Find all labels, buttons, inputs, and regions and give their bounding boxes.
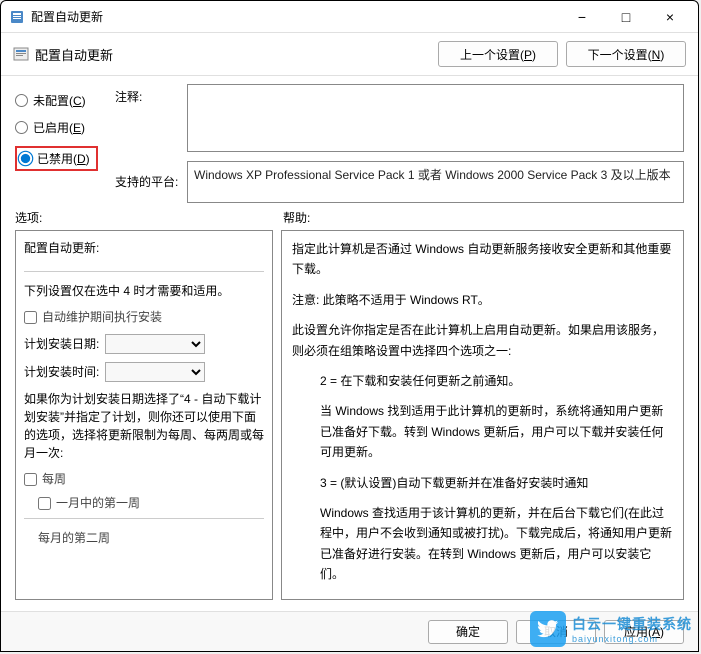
top-section: 未配置(C) 已启用(E) 已禁用(D) 注释: 支持的平台: — [1, 76, 698, 203]
options-panel[interactable]: 配置自动更新: 下列设置仅在选中 4 时才需要和适用。 自动维护期间执行安装 计… — [15, 230, 273, 600]
comment-textarea[interactable] — [187, 84, 684, 152]
options-note: 下列设置仅在选中 4 时才需要和适用。 — [24, 282, 264, 300]
more-row[interactable]: 每月的第二周 — [24, 529, 264, 547]
options-group-title: 配置自动更新: — [24, 239, 264, 257]
help-p3: 此设置允许你指定是否在此计算机上启用自动更新。如果启用该服务，则必须在组策略设置… — [292, 320, 673, 361]
minimize-button[interactable]: − — [562, 3, 602, 31]
help-label: 帮助: — [283, 209, 310, 226]
help-panel[interactable]: 指定此计算机是否通过 Windows 自动更新服务接收安全更新和其他重要下载。 … — [281, 230, 684, 600]
fields-col: Windows XP Professional Service Pack 1 或… — [187, 84, 684, 203]
help-p5: 当 Windows 找到适用于此计算机的更新时，系统将通知用户更新已准备好下载。… — [292, 401, 673, 462]
install-day-label: 计划安装日期: — [24, 335, 99, 353]
install-time-select[interactable] — [105, 362, 205, 382]
auto-maint-label: 自动维护期间执行安装 — [42, 308, 162, 326]
radio-not-configured[interactable]: 未配置(C) — [15, 92, 115, 109]
radio-disabled-input[interactable] — [18, 151, 34, 167]
install-day-row: 计划安装日期: — [24, 334, 264, 354]
columns: 配置自动更新: 下列设置仅在选中 4 时才需要和适用。 自动维护期间执行安装 计… — [1, 230, 698, 608]
prev-setting-button[interactable]: 上一个设置(P) — [438, 41, 558, 67]
help-p7: Windows 查找适用于该计算机的更新，并在后台下载它们(在此过程中，用户不会… — [292, 503, 673, 585]
options-divider — [24, 271, 264, 272]
help-p2: 注意: 此策略不适用于 Windows RT。 — [292, 290, 673, 310]
nav-buttons: 上一个设置(P) 下一个设置(N) — [438, 41, 686, 67]
app-icon — [9, 9, 25, 25]
toolbar: 配置自动更新 上一个设置(P) 下一个设置(N) — [1, 33, 698, 76]
section-labels: 选项: 帮助: — [1, 203, 698, 230]
field-labels: 注释: 支持的平台: — [115, 84, 187, 203]
body-area: 未配置(C) 已启用(E) 已禁用(D) 注释: 支持的平台: — [1, 76, 698, 608]
maximize-button[interactable]: □ — [606, 3, 646, 31]
radio-enabled[interactable]: 已启用(E) — [15, 119, 115, 136]
radio-enabled-input[interactable] — [15, 121, 28, 134]
auto-maint-checkbox[interactable] — [24, 311, 37, 324]
apply-button[interactable]: 应用(A) — [604, 620, 684, 644]
supported-label: 支持的平台: — [115, 173, 187, 190]
policy-title: 配置自动更新 — [35, 45, 438, 64]
help-p4: 2 = 在下载和安装任何更新之前通知。 — [292, 371, 673, 391]
more-row-label: 每月的第二周 — [38, 529, 110, 547]
install-time-label: 计划安装时间: — [24, 363, 99, 381]
install-day-select[interactable] — [105, 334, 205, 354]
options-paragraph: 如果你为计划安装日期选择了“4 - 自动下载计划安装”并指定了计划，则你还可以使… — [24, 390, 264, 462]
weekly-checkbox[interactable] — [24, 473, 37, 486]
close-button[interactable]: × — [650, 3, 690, 31]
dialog-window: 配置自动更新 − □ × 配置自动更新 上一个设置(P) 下一个设置(N) 未配… — [0, 0, 699, 652]
state-radios: 未配置(C) 已启用(E) 已禁用(D) — [15, 84, 115, 203]
help-p1: 指定此计算机是否通过 Windows 自动更新服务接收安全更新和其他重要下载。 — [292, 239, 673, 280]
options-label: 选项: — [15, 209, 283, 226]
window-title: 配置自动更新 — [31, 8, 562, 25]
cancel-button[interactable]: 取消 — [516, 620, 596, 644]
ok-button[interactable]: 确定 — [428, 620, 508, 644]
policy-icon — [13, 46, 29, 62]
first-week-checkbox-row[interactable]: 一月中的第一周 — [24, 494, 264, 512]
radio-disabled[interactable]: 已禁用(D) — [19, 150, 90, 167]
next-setting-button[interactable]: 下一个设置(N) — [566, 41, 686, 67]
help-p6: 3 = (默认设置)自动下载更新并在准备好安装时通知 — [292, 473, 673, 493]
weekly-checkbox-row[interactable]: 每周 — [24, 470, 264, 488]
radio-not-configured-input[interactable] — [15, 94, 28, 107]
first-week-checkbox[interactable] — [38, 497, 51, 510]
bottom-bar: 确定 取消 应用(A) — [1, 611, 698, 651]
titlebar: 配置自动更新 − □ × — [1, 1, 698, 33]
auto-maint-checkbox-row[interactable]: 自动维护期间执行安装 — [24, 308, 264, 326]
install-time-row: 计划安装时间: — [24, 362, 264, 382]
radio-disabled-highlight: 已禁用(D) — [15, 146, 98, 171]
weekly-label: 每周 — [42, 470, 66, 488]
comment-label: 注释: — [115, 88, 187, 105]
first-week-label: 一月中的第一周 — [56, 494, 140, 512]
window-controls: − □ × — [562, 3, 690, 31]
supported-platform-box[interactable]: Windows XP Professional Service Pack 1 或… — [187, 161, 684, 203]
options-divider-2 — [24, 518, 264, 519]
